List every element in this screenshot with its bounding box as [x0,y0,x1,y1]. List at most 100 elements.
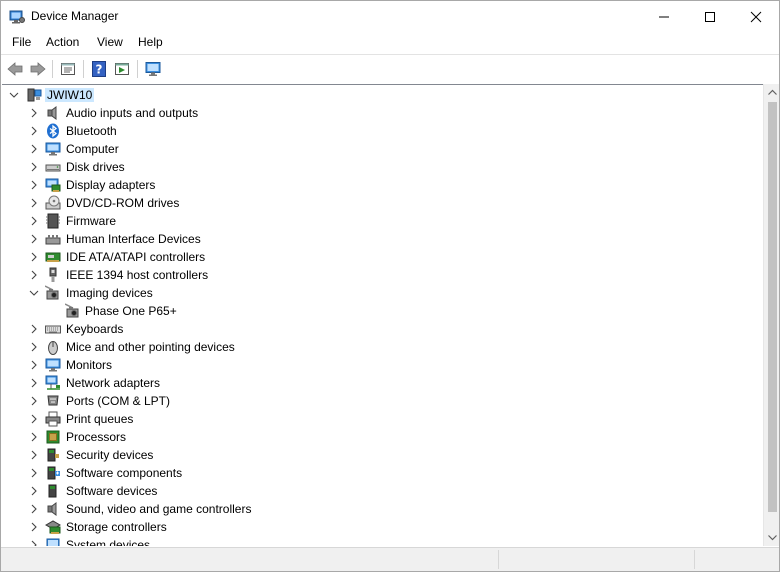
scrollbar-thumb[interactable] [768,102,777,512]
run-button[interactable] [111,59,133,79]
chevron-right-icon[interactable] [28,431,40,443]
minimize-icon [659,16,669,18]
maximize-button[interactable] [687,1,733,32]
menu-file[interactable]: File [12,35,31,49]
chevron-right-icon[interactable] [28,323,40,335]
computer-icon [45,142,61,156]
chevron-right-icon[interactable] [28,503,40,515]
tree-category-item[interactable]: Monitors [2,356,763,374]
forward-icon [30,62,46,76]
menu-view[interactable]: View [97,35,123,49]
chevron-right-icon[interactable] [28,341,40,353]
tree-category-label: Sound, video and game controllers [66,502,252,516]
toolbar: ? [1,54,779,82]
tree-category-item[interactable]: Software components [2,464,763,482]
sound-icon [47,502,57,516]
chevron-right-icon[interactable] [28,485,40,497]
chevron-right-icon[interactable] [28,377,40,389]
svg-text:?: ? [96,63,103,77]
chevron-right-icon[interactable] [28,125,40,137]
chevron-right-icon[interactable] [28,107,40,119]
chevron-right-icon[interactable] [28,197,40,209]
tree-category-item[interactable]: Bluetooth [2,122,763,140]
tree-device-item[interactable]: Phase One P65+ [2,302,763,320]
camera-icon [45,285,59,300]
toolbar-separator [137,60,138,78]
tree-category-item[interactable]: System devices [2,536,763,546]
chevron-down-icon [768,535,777,541]
tree-category-item[interactable]: IEEE 1394 host controllers [2,266,763,284]
scroll-up-button[interactable] [764,84,779,101]
monitor-icon [145,62,161,76]
tree-category-label: Monitors [66,358,113,372]
minimize-button[interactable] [641,1,687,32]
chevron-up-icon [768,89,777,95]
tree-category-item[interactable]: Audio inputs and outputs [2,104,763,122]
tree-category-item[interactable]: Human Interface Devices [2,230,763,248]
tree-category-item[interactable]: Software devices [2,482,763,500]
chevron-right-icon[interactable] [28,539,40,546]
tree-category-item[interactable]: Security devices [2,446,763,464]
tree-category-item[interactable]: Print queues [2,410,763,428]
device-tree[interactable]: JWIW10 Audio inputs and outputs Bluetooth C… [2,84,763,546]
tree-category-item[interactable]: Network adapters [2,374,763,392]
chevron-right-icon[interactable] [28,161,40,173]
properties-button[interactable] [57,59,79,79]
tree-root[interactable]: JWIW10 [2,86,763,104]
tree-category-item[interactable]: Disk drives [2,158,763,176]
back-button[interactable] [4,59,26,79]
tree-category-item[interactable]: Imaging devices [2,284,763,302]
tree-category-item[interactable]: Display adapters [2,176,763,194]
tree-category-item[interactable]: Mice and other pointing devices [2,338,763,356]
chevron-right-icon[interactable] [28,269,40,281]
menu-action[interactable]: Action [46,35,79,49]
tree-category-label: Disk drives [66,160,125,174]
menu-bar: File Action View Help [1,32,779,54]
chevron-right-icon[interactable] [28,467,40,479]
scroll-down-button[interactable] [764,529,779,546]
chevron-right-icon[interactable] [28,215,40,227]
tree-category-label: Software devices [66,484,158,498]
tree-category-item[interactable]: Ports (COM & LPT) [2,392,763,410]
scan-hardware-button[interactable] [142,59,164,79]
title-bar[interactable]: Device Manager [1,1,779,32]
tree-category-item[interactable]: Computer [2,140,763,158]
vertical-scrollbar[interactable] [763,84,779,546]
ide-icon [45,252,61,262]
chevron-down-icon[interactable] [28,287,40,299]
chevron-right-icon[interactable] [28,449,40,461]
disk-icon [45,164,61,172]
maximize-icon [705,12,715,22]
tree-category-item[interactable]: IDE ATA/ATAPI controllers [2,248,763,266]
tree-category-item[interactable]: Sound, video and game controllers [2,500,763,518]
forward-button[interactable] [27,59,49,79]
tree-device-label: Phase One P65+ [85,304,177,318]
chevron-right-icon[interactable] [28,395,40,407]
device-manager-window: Device Manager File Action View Help ? J… [0,0,780,572]
tree-category-item[interactable]: Firmware [2,212,763,230]
tree-category-label: Security devices [66,448,154,462]
close-button[interactable] [733,1,779,32]
tree-category-item[interactable]: DVD/CD-ROM drives [2,194,763,212]
back-icon [7,62,23,76]
chevron-right-icon[interactable] [28,251,40,263]
tree-category-label: DVD/CD-ROM drives [66,196,180,210]
chevron-down-icon[interactable] [8,89,20,101]
chevron-right-icon[interactable] [28,413,40,425]
tree-category-label: IEEE 1394 host controllers [66,268,209,282]
chevron-right-icon[interactable] [28,359,40,371]
processor-icon [46,430,60,444]
chevron-right-icon[interactable] [28,233,40,245]
chevron-right-icon[interactable] [28,179,40,191]
ieee1394-icon [49,267,57,282]
tree-category-item[interactable]: Keyboards [2,320,763,338]
tree-category-label: Human Interface Devices [66,232,201,246]
menu-help[interactable]: Help [138,35,163,49]
tree-category-item[interactable]: Storage controllers [2,518,763,536]
window-title: Device Manager [31,9,119,23]
port-icon [47,395,59,406]
chevron-right-icon[interactable] [28,143,40,155]
help-button[interactable]: ? [88,59,110,79]
chevron-right-icon[interactable] [28,521,40,533]
tree-category-item[interactable]: Processors [2,428,763,446]
